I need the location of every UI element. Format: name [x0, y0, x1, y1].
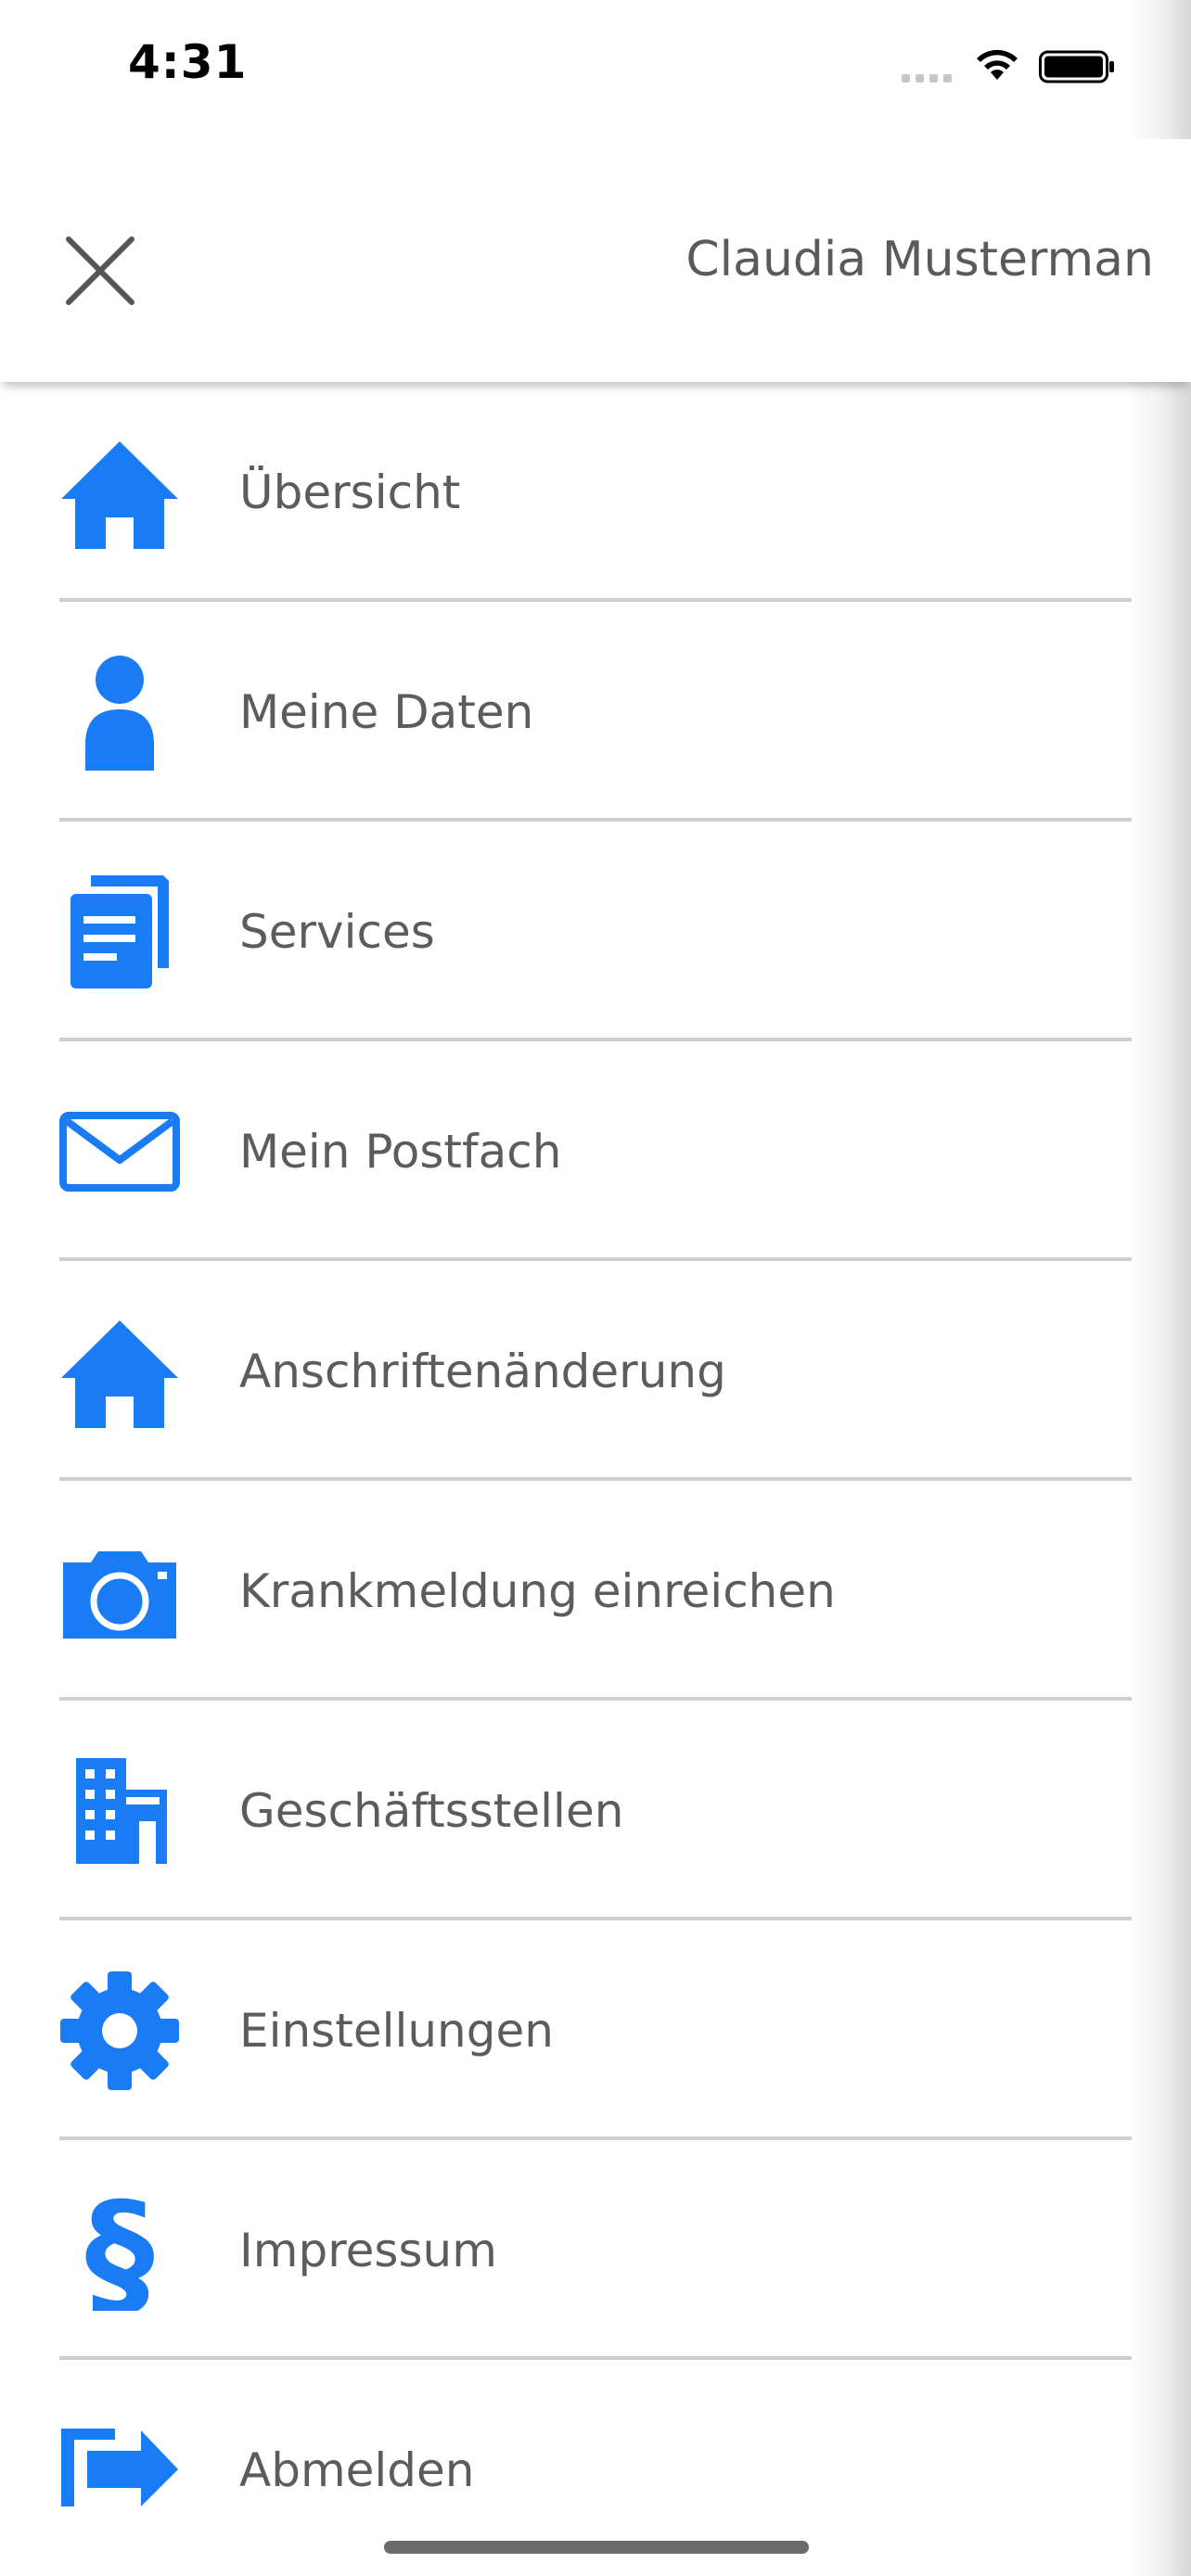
- user-name: Claudia Musterman: [685, 232, 1154, 287]
- menu-item-einstellungen[interactable]: Einstellungen: [0, 1920, 1191, 2140]
- paragraph-icon: §: [85, 2190, 155, 2311]
- status-time: 4:31: [128, 35, 248, 89]
- menu-item-label: Einstellungen: [239, 2003, 554, 2058]
- menu-item-label: Krankmeldung einreichen: [239, 1563, 836, 1618]
- menu-item-uebersicht[interactable]: Übersicht: [0, 382, 1191, 602]
- person-icon: [85, 655, 154, 771]
- home-icon: [61, 440, 178, 549]
- menu-item-label: Übersicht: [239, 465, 461, 519]
- status-bar: 4:31: [0, 0, 1191, 139]
- menu-item-label: Meine Daten: [239, 684, 534, 739]
- menu-item-label: Mein Postfach: [239, 1124, 562, 1179]
- battery-icon: [1039, 50, 1114, 83]
- camera-icon: [63, 1550, 176, 1639]
- drawer-menu: Übersicht Meine Daten Services Mein Post…: [0, 382, 1191, 2576]
- gear-icon: [60, 1970, 179, 2090]
- screen: 4:31 Claudia Musterman Übersicht Meine D…: [0, 0, 1191, 2576]
- menu-item-services[interactable]: Services: [0, 822, 1191, 1041]
- close-button[interactable]: [54, 224, 147, 317]
- menu-item-label: Geschäftsstellen: [239, 1783, 624, 1838]
- menu-item-meine-daten[interactable]: Meine Daten: [0, 602, 1191, 822]
- close-icon: [66, 236, 134, 305]
- menu-item-impressum[interactable]: § Impressum: [0, 2140, 1191, 2360]
- documents-icon: [70, 874, 169, 988]
- menu-item-label: Services: [239, 904, 435, 959]
- menu-item-anschriftenaenderung[interactable]: Anschriftenänderung: [0, 1261, 1191, 1481]
- menu-item-label: Abmelden: [239, 2442, 475, 2497]
- menu-item-krankmeldung[interactable]: Krankmeldung einreichen: [0, 1481, 1191, 1701]
- home-icon: [61, 1320, 178, 1428]
- menu-item-label: Anschriftenänderung: [239, 1344, 726, 1398]
- mail-icon: [59, 1111, 180, 1192]
- menu-item-label: Impressum: [239, 2223, 497, 2277]
- home-indicator[interactable]: [384, 2541, 809, 2554]
- logout-icon: [61, 2428, 178, 2506]
- building-icon: [76, 1757, 167, 1864]
- navigation-drawer: 4:31 Claudia Musterman Übersicht Meine D…: [0, 0, 1191, 2576]
- menu-item-mein-postfach[interactable]: Mein Postfach: [0, 1041, 1191, 1261]
- wifi-icon: [977, 49, 1018, 80]
- svg-text:§: §: [85, 2190, 155, 2311]
- menu-item-geschaeftsstellen[interactable]: Geschäftsstellen: [0, 1701, 1191, 1920]
- cellular-signal-icon: [902, 74, 952, 83]
- drawer-header: Claudia Musterman: [0, 139, 1191, 382]
